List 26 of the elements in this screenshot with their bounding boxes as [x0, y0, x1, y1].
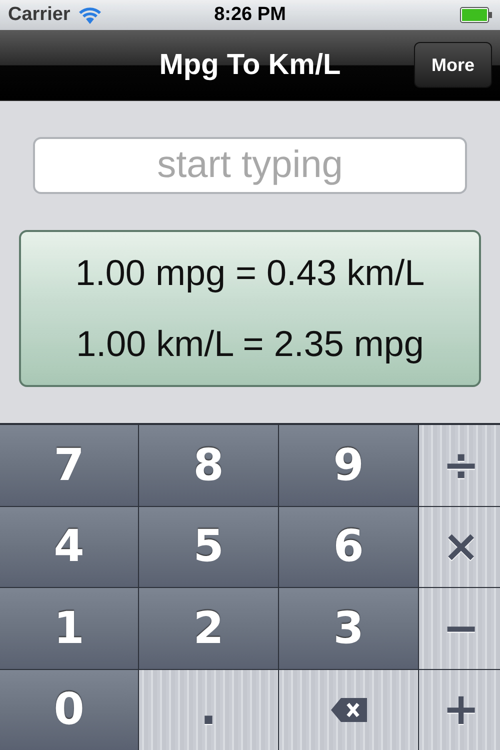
nav-title: Mpg To Km/L	[159, 48, 341, 82]
digit-key[interactable]: 1	[0, 588, 138, 668]
operator-key[interactable]: ÷	[419, 425, 500, 506]
digit-key[interactable]: 9	[279, 425, 418, 506]
operator-key[interactable]: +	[419, 670, 500, 750]
digit-key[interactable]: 3	[279, 588, 418, 668]
battery-icon	[460, 7, 492, 23]
digit-key[interactable]: 5	[139, 506, 278, 587]
digit-key[interactable]: 0	[0, 670, 138, 750]
wifi-icon	[78, 6, 102, 24]
result-text: 1.00 km/L = 2.35 mpg	[76, 322, 424, 365]
digit-key[interactable]: 8	[139, 425, 278, 506]
operator-key[interactable]: .	[139, 670, 278, 750]
operator-key[interactable]: −	[419, 588, 500, 668]
carrier-label: Carrier	[8, 4, 70, 26]
operator-key[interactable]: ×	[419, 506, 500, 587]
digit-key[interactable]: 2	[139, 588, 278, 668]
result-text: 1.00 mpg = 0.43 km/L	[75, 252, 425, 294]
digit-key[interactable]: 6	[279, 506, 418, 587]
backspace-icon	[328, 696, 368, 724]
more-button[interactable]: More	[414, 42, 492, 88]
backspace-key[interactable]	[279, 670, 418, 750]
clock-time: 8:26 PM	[214, 4, 286, 26]
digit-key[interactable]: 7	[0, 425, 138, 506]
digit-key[interactable]: 4	[0, 506, 138, 587]
input-field[interactable]: start typing	[33, 137, 467, 194]
